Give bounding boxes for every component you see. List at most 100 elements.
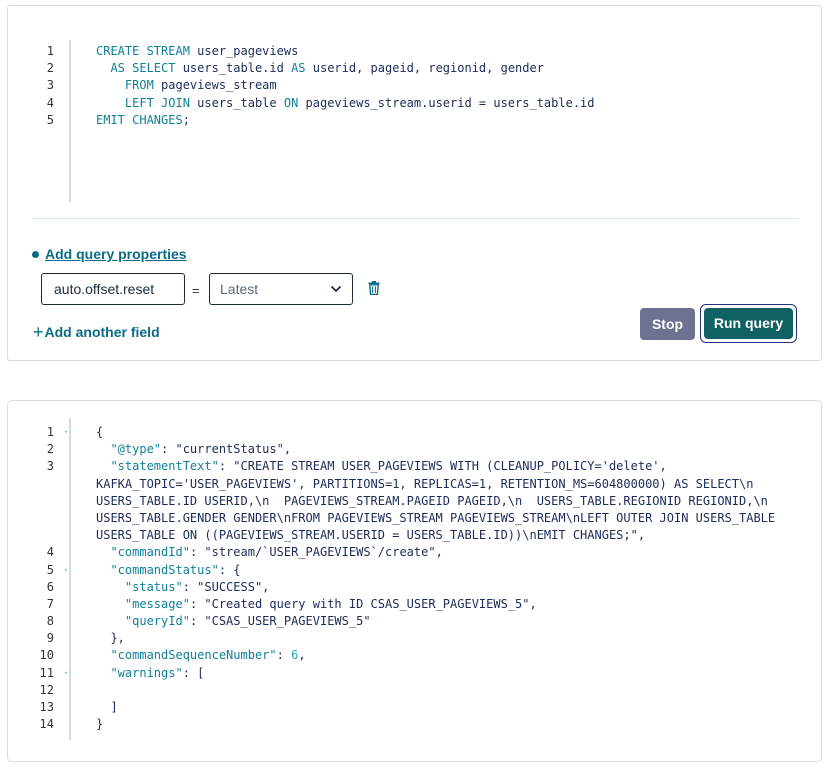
line-number <box>8 527 62 544</box>
trash-icon[interactable] <box>368 281 380 295</box>
add-another-field-button[interactable]: + Add another field <box>33 323 160 341</box>
line-number <box>8 493 62 510</box>
code-line: "@type": "currentStatus", <box>96 441 775 458</box>
code-token: "@type" <box>110 442 162 457</box>
stop-button[interactable]: Stop <box>640 308 695 340</box>
query-result-panel: 1 ▾ 2 3 4 5 ▾ 6 7 8 9 10 11 ▾ 12 13 14 { "@type": "curre… <box>7 400 822 762</box>
line-number: 8 <box>46 614 54 629</box>
result-gutter: 1 ▾ 2 3 4 5 ▾ 6 7 8 9 10 11 ▾ 12 13 14 <box>8 424 68 733</box>
code-token: ] <box>96 700 118 714</box>
code-line: KAFKA_TOPIC='USER_PAGEVIEWS', PARTITIONS… <box>96 476 775 493</box>
line-number: 3 <box>46 459 54 474</box>
code-token: "commandSequenceNumber" <box>110 648 277 663</box>
code-token: : [ <box>182 665 205 680</box>
code-line: } <box>96 716 775 733</box>
code-token: LEFT JOIN <box>96 95 190 110</box>
code-line: LEFT JOIN users_table ON pageviews_strea… <box>96 95 595 112</box>
code-token: ; <box>182 112 190 127</box>
code-token: AS SELECT <box>96 61 176 76</box>
editor-divider <box>33 218 798 219</box>
code-line: }, <box>96 630 775 647</box>
fold-arrow-icon[interactable]: ▾ <box>64 424 68 441</box>
code-token: CREATE STREAM <box>96 44 190 58</box>
code-token: }, <box>96 631 125 646</box>
run-query-button[interactable]: Run query <box>704 308 793 339</box>
code-token: "status" <box>124 579 183 594</box>
line-number: 1 <box>46 44 54 58</box>
code-line: "warnings": [ <box>96 665 775 682</box>
code-token: users_table.id <box>175 61 292 76</box>
line-number: 2 <box>46 61 54 76</box>
code-line: "commandId": "stream/`USER_PAGEVIEWS`/cr… <box>96 544 775 561</box>
fold-arrow-icon[interactable]: ▾ <box>64 562 68 579</box>
code-line: CREATE STREAM user_pageviews <box>96 43 595 60</box>
code-line: "status": "SUCCESS", <box>96 579 775 596</box>
line-number: 4 <box>46 545 54 560</box>
code-line: USERS_TABLE.ID USERID,\n PAGEVIEWS_STREA… <box>96 493 775 510</box>
result-lines[interactable]: { "@type": "currentStatus", "statementTe… <box>96 424 775 733</box>
code-line: { <box>96 424 775 441</box>
code-token: users_table <box>189 95 284 110</box>
gutter-divider <box>69 418 71 740</box>
code-token: : "CSAS_USER_PAGEVIEWS_5" <box>189 614 371 629</box>
code-line: "commandStatus": { <box>96 562 775 579</box>
gutter-divider <box>69 40 71 202</box>
code-token: AS <box>291 61 306 76</box>
chevron-down-icon <box>331 286 341 292</box>
line-number: 11 ▾ <box>8 665 68 682</box>
code-line: "commandSequenceNumber": 6, <box>96 647 775 664</box>
code-token: USERS_TABLE.GENDER GENDER\nFROM PAGEVIEW… <box>96 510 776 525</box>
query-editor-panel: 1 2 3 4 5 CREATE STREAM user_pageviews AS SE… <box>7 5 822 361</box>
line-number: 5 <box>46 112 54 127</box>
line-number <box>8 476 62 493</box>
line-number <box>8 510 62 527</box>
line-number: 13 <box>39 700 54 714</box>
add-query-properties[interactable]: Add query properties <box>32 246 187 262</box>
property-value-select[interactable]: Latest <box>209 273 353 305</box>
line-number: 14 <box>39 717 54 732</box>
code-line: "queryId": "CSAS_USER_PAGEVIEWS_5" <box>96 613 775 630</box>
equals-sign: = <box>192 283 200 298</box>
code-line: ] <box>96 699 775 716</box>
code-token: EMIT CHANGES <box>96 112 183 127</box>
line-number: 6 <box>46 579 54 594</box>
code-token: } <box>96 717 104 732</box>
code-token: USERS_TABLE.ID USERID,\n PAGEVIEWS_STREA… <box>96 493 768 508</box>
add-query-properties-link[interactable]: Add query properties <box>45 246 187 262</box>
code-token: : <box>276 648 292 663</box>
code-token: pageviews_stream.userid = users_table.id <box>298 95 595 110</box>
editor-lines[interactable]: CREATE STREAM user_pageviews AS SELECT u… <box>96 43 595 129</box>
code-line: AS SELECT users_table.id AS userid, page… <box>96 60 595 77</box>
code-token: "message" <box>124 596 190 611</box>
code-token: ON <box>283 95 299 110</box>
editor-gutter: 1 2 3 4 5 <box>8 43 62 129</box>
code-token: "statementText" <box>110 459 219 474</box>
code-line: FROM pageviews_stream <box>96 77 595 94</box>
line-number: 12 <box>39 682 54 697</box>
code-token: "commandStatus" <box>110 562 219 577</box>
fold-arrow-icon[interactable]: ▾ <box>64 665 68 682</box>
code-line: "statementText": "CREATE STREAM USER_PAG… <box>96 458 775 475</box>
code-token: KAFKA_TOPIC='USER_PAGEVIEWS', PARTITIONS… <box>96 476 754 491</box>
line-number: 4 <box>46 95 54 110</box>
code-token: "warnings" <box>110 665 183 680</box>
line-number: 1 ▾ <box>8 424 68 441</box>
property-name-input[interactable]: auto.offset.reset <box>41 273 185 305</box>
code-token: FROM <box>96 78 154 93</box>
code-token: : "Created query with ID CSAS_USER_PAGEV… <box>189 596 537 611</box>
code-token: userid, pageid, regionid, gender <box>305 61 544 76</box>
code-line: USERS_TABLE ON ((PAGEVIEWS_STREAM.USERID… <box>96 527 775 544</box>
code-token: : { <box>218 562 241 577</box>
code-token: : "SUCCESS", <box>182 579 270 594</box>
code-token: user_pageviews <box>189 44 299 58</box>
line-number: 3 <box>46 78 54 93</box>
